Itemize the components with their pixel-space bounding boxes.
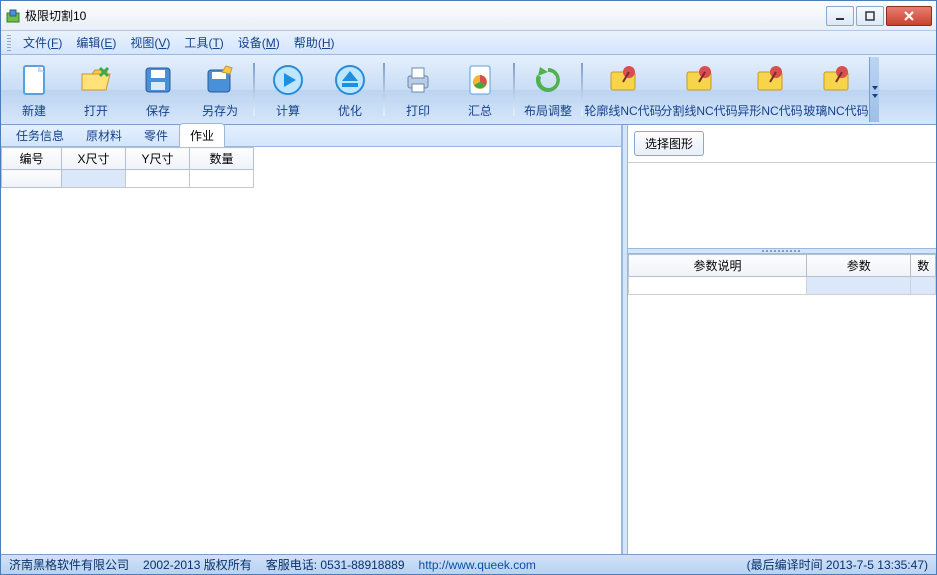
open-label: 打开 bbox=[84, 102, 108, 119]
new-button[interactable]: 新建 bbox=[3, 57, 65, 122]
minimize-button[interactable] bbox=[826, 6, 854, 26]
optimize-label: 优化 bbox=[338, 102, 362, 119]
pin-icon bbox=[679, 60, 719, 100]
col-param-desc[interactable]: 参数说明 bbox=[629, 255, 807, 277]
toolbar-sep bbox=[383, 63, 385, 116]
layout-button[interactable]: 布局调整 bbox=[517, 57, 579, 122]
pin-icon bbox=[750, 60, 790, 100]
folder-open-icon bbox=[76, 60, 116, 100]
nc-glass-label: 玻璃NC代码 bbox=[803, 102, 868, 119]
nc-split-label: 分割线NC代码 bbox=[660, 102, 737, 119]
window-title: 极限切割10 bbox=[25, 7, 826, 24]
menu-help[interactable]: 帮助(H) bbox=[288, 32, 341, 53]
col-qty[interactable]: 数量 bbox=[190, 148, 254, 170]
nc-outline-button[interactable]: 轮廓线NC代码 bbox=[585, 57, 661, 122]
refresh-icon bbox=[528, 60, 568, 100]
table-row[interactable] bbox=[629, 277, 936, 295]
nc-shape-label: 异形NC代码 bbox=[737, 102, 802, 119]
tab-material[interactable]: 原材料 bbox=[75, 123, 133, 147]
shape-preview bbox=[628, 163, 936, 248]
nc-shape-button[interactable]: 异形NC代码 bbox=[737, 57, 803, 122]
status-company: 济南黑格软件有限公司 bbox=[9, 556, 129, 573]
status-url[interactable]: http://www.queek.com bbox=[419, 558, 536, 572]
tab-jobs[interactable]: 作业 bbox=[179, 123, 225, 147]
nc-glass-button[interactable]: 玻璃NC代码 bbox=[803, 57, 869, 122]
summary-button[interactable]: 汇总 bbox=[449, 57, 511, 122]
pie-chart-icon bbox=[460, 60, 500, 100]
status-build: (最后编译时间 2013-7-5 13:35:47) bbox=[747, 556, 928, 573]
close-button[interactable] bbox=[886, 6, 932, 26]
pin-icon bbox=[816, 60, 856, 100]
saveas-icon bbox=[200, 60, 240, 100]
menubar-grip bbox=[7, 35, 11, 51]
saveas-label: 另存为 bbox=[202, 102, 238, 119]
save-label: 保存 bbox=[146, 102, 170, 119]
app-icon bbox=[5, 8, 21, 24]
table-row[interactable] bbox=[2, 170, 254, 188]
save-button[interactable]: 保存 bbox=[127, 57, 189, 122]
grid-cell[interactable] bbox=[190, 170, 254, 188]
calc-button[interactable]: 计算 bbox=[257, 57, 319, 122]
col-param[interactable]: 参数 bbox=[807, 255, 911, 277]
row-header-cell[interactable] bbox=[2, 170, 62, 188]
grid-cell[interactable] bbox=[911, 277, 936, 295]
titlebar: 极限切割10 bbox=[1, 1, 936, 31]
maximize-button[interactable] bbox=[856, 6, 884, 26]
select-shape-button[interactable]: 选择图形 bbox=[634, 131, 704, 156]
menubar: 文件(F) 编辑(E) 视图(V) 工具(T) 设备(M) 帮助(H) bbox=[1, 31, 936, 55]
params-list bbox=[628, 295, 936, 554]
status-copyright: 2002-2013 版权所有 bbox=[143, 556, 252, 573]
toolbar-sep bbox=[513, 63, 515, 116]
file-new-icon bbox=[14, 60, 54, 100]
jobs-grid[interactable]: 编号 X尺寸 Y尺寸 数量 bbox=[1, 147, 621, 554]
save-icon bbox=[138, 60, 178, 100]
app-window: 极限切割10 文件(F) 编辑(E) 视图(V) 工具(T) 设备(M) 帮助(… bbox=[0, 0, 937, 575]
print-label: 打印 bbox=[406, 102, 430, 119]
saveas-button[interactable]: 另存为 bbox=[189, 57, 251, 122]
nc-outline-label: 轮廓线NC代码 bbox=[584, 102, 661, 119]
col-y[interactable]: Y尺寸 bbox=[126, 148, 190, 170]
shape-toolbar: 选择图形 bbox=[628, 125, 936, 163]
col-x[interactable]: X尺寸 bbox=[62, 148, 126, 170]
col-param-val[interactable]: 数 bbox=[911, 255, 936, 277]
tab-strip: 任务信息 原材料 零件 作业 bbox=[1, 125, 621, 147]
calc-label: 计算 bbox=[276, 102, 300, 119]
toolbar-sep bbox=[253, 63, 255, 116]
client-area: 任务信息 原材料 零件 作业 编号 X尺寸 Y尺寸 数量 bbox=[1, 125, 936, 554]
col-id[interactable]: 编号 bbox=[2, 148, 62, 170]
play-icon bbox=[268, 60, 308, 100]
tab-task[interactable]: 任务信息 bbox=[5, 123, 75, 147]
menu-device[interactable]: 设备(M) bbox=[232, 32, 286, 53]
grid-cell[interactable] bbox=[62, 170, 126, 188]
grid-cell[interactable] bbox=[126, 170, 190, 188]
printer-icon bbox=[398, 60, 438, 100]
summary-label: 汇总 bbox=[468, 102, 492, 119]
layout-label: 布局调整 bbox=[524, 102, 572, 119]
right-pane: 选择图形 参数说明 参数 数 bbox=[628, 125, 936, 554]
pin-icon bbox=[603, 60, 643, 100]
open-button[interactable]: 打开 bbox=[65, 57, 127, 122]
grid-cell[interactable] bbox=[629, 277, 807, 295]
toolbar: 新建 打开 保存 另存为 计算 优化 打印 汇总 bbox=[1, 55, 936, 125]
status-service: 客服电话: 0531-88918889 bbox=[266, 556, 405, 573]
toolbar-sep bbox=[581, 63, 583, 116]
tab-parts[interactable]: 零件 bbox=[133, 123, 179, 147]
new-label: 新建 bbox=[22, 102, 46, 119]
statusbar: 济南黑格软件有限公司 2002-2013 版权所有 客服电话: 0531-889… bbox=[1, 554, 936, 574]
menu-edit[interactable]: 编辑(E) bbox=[70, 32, 122, 53]
grid-cell[interactable] bbox=[807, 277, 911, 295]
eject-icon bbox=[330, 60, 370, 100]
toolbar-overflow[interactable] bbox=[869, 57, 879, 122]
window-buttons bbox=[826, 6, 932, 26]
print-button[interactable]: 打印 bbox=[387, 57, 449, 122]
params-panel: 参数说明 参数 数 bbox=[628, 254, 936, 554]
menu-tools[interactable]: 工具(T) bbox=[178, 32, 229, 53]
nc-split-button[interactable]: 分割线NC代码 bbox=[661, 57, 737, 122]
menu-file[interactable]: 文件(F) bbox=[17, 32, 68, 53]
menu-view[interactable]: 视图(V) bbox=[124, 32, 176, 53]
optimize-button[interactable]: 优化 bbox=[319, 57, 381, 122]
left-pane: 任务信息 原材料 零件 作业 编号 X尺寸 Y尺寸 数量 bbox=[1, 125, 622, 554]
